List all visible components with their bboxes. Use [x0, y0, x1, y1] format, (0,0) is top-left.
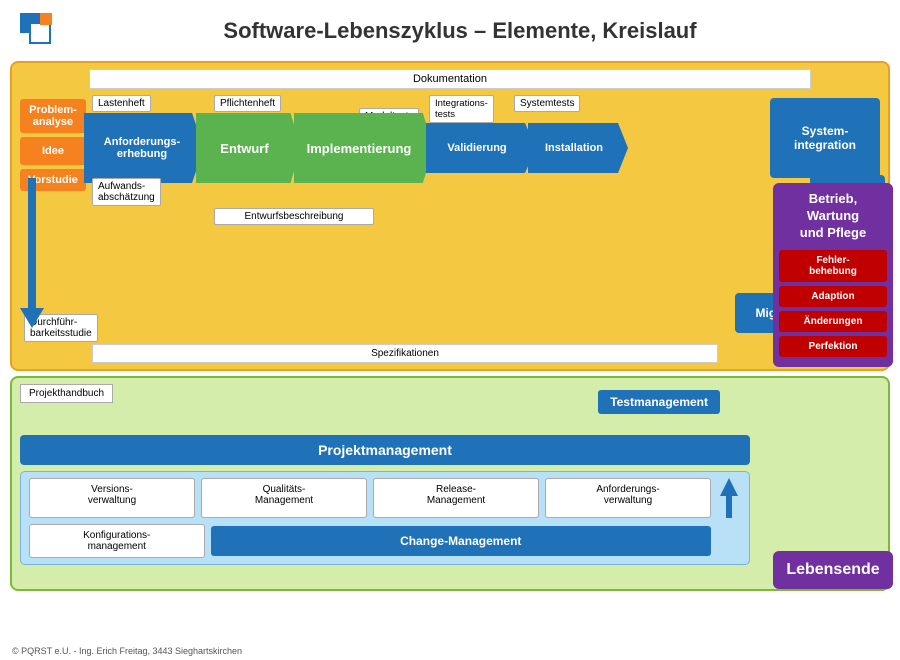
installation-arrow: Installation	[528, 123, 628, 173]
lebensende-label: Lebensende	[786, 561, 879, 578]
lower-inner: Versions-verwaltung Qualitäts-Management…	[20, 471, 750, 565]
konfig-label: Konfigurations-management	[83, 530, 150, 552]
aufwands-label: Aufwands-abschätzung	[92, 178, 161, 206]
lastenheft-label: Lastenheft	[92, 95, 151, 112]
change-label: Change-Management	[400, 534, 521, 548]
qualitaets-box: Qualitäts-Management	[201, 478, 367, 518]
change-mgmt-box: Change-Management	[211, 526, 712, 556]
testmanagement-box: Testmanagement	[598, 390, 720, 414]
anforderung-arrow: Anforderungs-erhebung	[84, 113, 204, 183]
idee-box: Idee	[20, 137, 86, 165]
projekthandbuch-label: Projekthandbuch	[20, 384, 113, 403]
change-row: Konfigurations-management Change-Managem…	[29, 524, 741, 558]
header: Software-Lebenszyklus – Elemente, Kreisl…	[0, 0, 900, 57]
systemtests-label: Systemtests	[514, 95, 580, 112]
diagram: Dokumentation Problem-analyse Idee V	[10, 61, 890, 591]
lebensende-box: Lebensende	[773, 551, 893, 589]
footer: © PQRST e.U. - Ing. Erich Freitag, 3443 …	[12, 646, 242, 656]
arrow-area: Lastenheft Pflichtenheft Modultests Inte…	[84, 93, 880, 368]
entwurf-arrow: Entwurf	[196, 113, 301, 183]
entwurfsbeschreibung-label: Entwurfsbeschreibung	[214, 208, 374, 225]
anforderungs-label: Anforderungs-verwaltung	[596, 484, 659, 506]
adaption-item: Adaption	[779, 286, 887, 307]
anforderung-label: Anforderungs-erhebung	[104, 136, 180, 160]
outer-box: Dokumentation Problem-analyse Idee V	[10, 61, 890, 371]
konfig-box: Konfigurations-management	[29, 524, 205, 558]
testmanagement-label: Testmanagement	[610, 395, 708, 409]
installation-label: Installation	[545, 142, 603, 154]
release-label: Release-Management	[427, 484, 485, 506]
spezifikationen-label: Spezifikationen	[92, 344, 718, 363]
projektmanagement-bar: Projektmanagement	[20, 435, 750, 465]
top-row: Projekthandbuch Testmanagement	[20, 384, 880, 407]
perfektion-item: Perfektion	[779, 336, 887, 357]
page: Software-Lebenszyklus – Elemente, Kreisl…	[0, 0, 900, 660]
release-box: Release-Management	[373, 478, 539, 518]
validierung-arrow: Validierung	[426, 123, 536, 173]
betrieb-title: Betrieb,Wartungund Pflege	[779, 191, 887, 242]
implementierung-label: Implementierung	[307, 141, 412, 156]
mgmt-grid: Versions-verwaltung Qualitäts-Management…	[29, 478, 741, 518]
problem-analyse-box: Problem-analyse	[20, 99, 86, 133]
integrationstests-label: Integrations-tests	[429, 95, 494, 123]
entwurf-label: Entwurf	[220, 141, 268, 156]
qualitaets-label: Qualitäts-Management	[255, 484, 313, 506]
betrieb-box: Betrieb,Wartungund Pflege Fehler-behebun…	[773, 183, 893, 367]
anforderungs-box: Anforderungs-verwaltung	[545, 478, 711, 518]
versions-box: Versions-verwaltung	[29, 478, 195, 518]
lower-section: Betrieb,Wartungund Pflege Fehler-behebun…	[10, 376, 890, 591]
projektmanagement-label: Projektmanagement	[318, 442, 452, 458]
logo-icon	[15, 8, 70, 53]
systemintegration-label: System-integration	[794, 124, 856, 152]
versions-label: Versions-verwaltung	[88, 484, 136, 506]
systemintegration-box: System-integration	[770, 98, 880, 178]
validierung-label: Validierung	[447, 142, 506, 154]
fehler-item: Fehler-behebung	[779, 250, 887, 282]
aenderungen-item: Änderungen	[779, 311, 887, 332]
page-title: Software-Lebenszyklus – Elemente, Kreisl…	[90, 18, 885, 44]
pflichtenheft-label: Pflichtenheft	[214, 95, 281, 112]
dokumentation-label: Dokumentation	[89, 69, 811, 89]
up-arrow-icon	[717, 478, 741, 518]
implementierung-arrow: Implementierung	[294, 113, 434, 183]
